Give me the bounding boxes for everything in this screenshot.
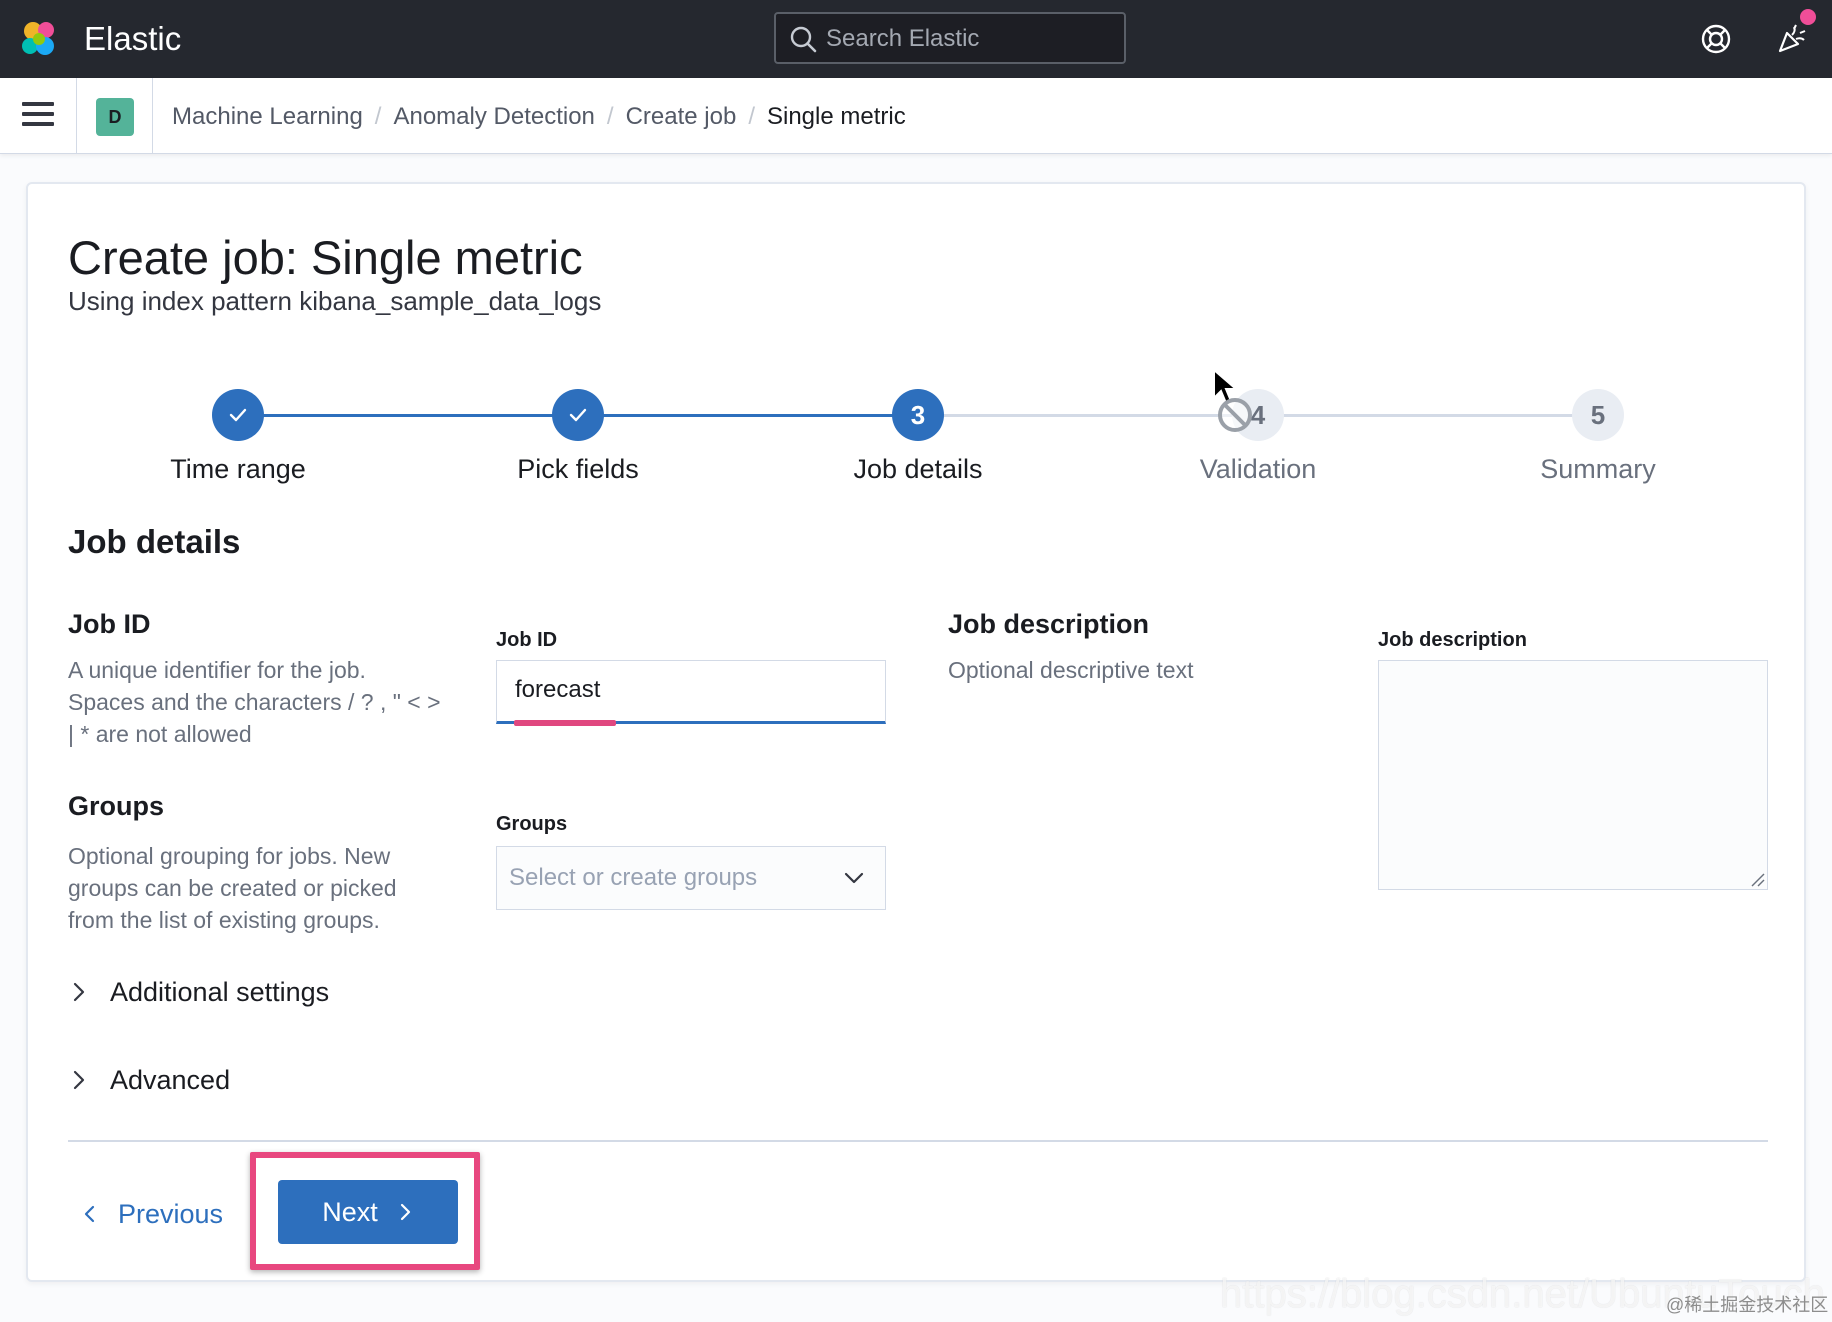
job-description-help: Optional descriptive text <box>948 657 1194 683</box>
advanced-label: Advanced <box>110 1065 231 1095</box>
space-avatar[interactable]: D <box>96 98 134 136</box>
divider <box>152 78 153 154</box>
job-description-label: Job description <box>1378 629 1527 651</box>
step-5-label[interactable]: Summary <box>1468 452 1728 486</box>
page-subtitle: Using index pattern kibana_sample_data_l… <box>68 286 602 316</box>
check-icon <box>569 408 587 422</box>
not-allowed-icon <box>1218 398 1252 432</box>
section-title: Job details <box>68 523 241 560</box>
groups-title: Groups <box>68 791 165 821</box>
previous-label: Previous <box>118 1199 224 1229</box>
breadcrumb-separator: / <box>606 103 614 130</box>
job-description-title: Job description <box>948 609 1150 639</box>
step-connector <box>1258 414 1598 417</box>
search-icon <box>790 26 817 53</box>
job-id-label: Job ID <box>496 629 558 651</box>
groups-description-line: Optional grouping for jobs. New <box>68 843 391 869</box>
step-1-label[interactable]: Time range <box>108 452 368 486</box>
step-connector <box>918 414 1258 417</box>
groups-combobox[interactable]: Select or create groups <box>496 846 886 910</box>
next-button[interactable]: Next <box>278 1180 458 1244</box>
menu-icon-line <box>22 102 54 106</box>
breadcrumb-separator: / <box>748 103 755 130</box>
menu-icon-line <box>22 112 54 116</box>
job-id-title: Job ID <box>68 609 151 639</box>
chevron-right-icon <box>73 1070 85 1090</box>
groups-placeholder: Select or create groups <box>509 864 758 891</box>
step-connector <box>238 414 578 417</box>
footer-divider <box>68 1140 1768 1142</box>
groups-description-line: groups can be created or picked <box>68 875 397 901</box>
step-3-circle[interactable]: 3 <box>892 389 944 441</box>
check-icon <box>229 408 247 422</box>
divider <box>76 78 77 154</box>
page-title: Create job: Single metric <box>68 231 583 284</box>
chevron-left-icon <box>84 1205 95 1223</box>
advanced-accordion[interactable]: Advanced <box>68 1060 230 1100</box>
step-1-circle[interactable] <box>212 389 264 441</box>
app-title[interactable]: Elastic <box>84 19 181 59</box>
elastic-logo-icon[interactable] <box>18 18 60 60</box>
job-id-description-line: Spaces and the characters / ? , " < > <box>68 689 441 715</box>
step-5-circle[interactable]: 5 <box>1572 389 1624 441</box>
step-4-label[interactable]: Validation <box>1128 452 1388 486</box>
breadcrumb-separator: / <box>374 103 382 130</box>
breadcrumb-machine-learning[interactable]: Machine Learning <box>172 102 363 132</box>
resize-grip-icon[interactable] <box>1749 871 1765 887</box>
search-input[interactable]: Search Elastic <box>774 12 1126 64</box>
additional-settings-label: Additional settings <box>110 977 330 1007</box>
job-id-description-line: | * are not allowed <box>68 721 252 747</box>
groups-description-line: from the list of existing groups. <box>68 907 380 933</box>
previous-button[interactable]: Previous <box>80 1192 223 1236</box>
annotation-underline <box>514 720 616 726</box>
chevron-right-icon <box>400 1203 410 1221</box>
chevron-down-icon[interactable] <box>843 867 865 889</box>
step-connector <box>578 414 918 417</box>
breadcrumb: Machine Learning / Anomaly Detection / C… <box>172 102 906 132</box>
job-description-textarea[interactable] <box>1378 660 1768 890</box>
groups-label: Groups <box>496 813 568 835</box>
job-id-input[interactable]: forecast <box>496 660 886 724</box>
notification-badge <box>1800 9 1816 25</box>
step-2-label[interactable]: Pick fields <box>448 452 708 486</box>
job-id-description-line: A unique identifier for the job. <box>68 657 366 683</box>
step-2-circle[interactable] <box>552 389 604 441</box>
breadcrumb-create-job[interactable]: Create job <box>626 102 737 132</box>
breadcrumb-single-metric: Single metric <box>766 103 906 130</box>
top-header: Elastic Search Elastic <box>0 0 1832 78</box>
menu-icon-line <box>22 122 54 126</box>
create-job-panel: Create job: Single metric Using index pa… <box>26 182 1806 1282</box>
newsfeed-icon[interactable] <box>1774 21 1810 57</box>
menu-toggle-button[interactable] <box>22 102 54 130</box>
search-placeholder: Search Elastic <box>826 25 980 52</box>
additional-settings-accordion[interactable]: Additional settings <box>68 972 329 1012</box>
step-3-label[interactable]: Job details <box>788 452 1048 486</box>
next-label: Next <box>322 1197 378 1227</box>
watermark-site: @稀土掘金技术社区 <box>1666 1295 1829 1315</box>
help-icon[interactable] <box>1698 21 1734 57</box>
breadcrumb-bar: D Machine Learning / Anomaly Detection /… <box>0 78 1832 154</box>
chevron-right-icon <box>73 982 85 1002</box>
breadcrumb-anomaly-detection[interactable]: Anomaly Detection <box>393 102 594 132</box>
